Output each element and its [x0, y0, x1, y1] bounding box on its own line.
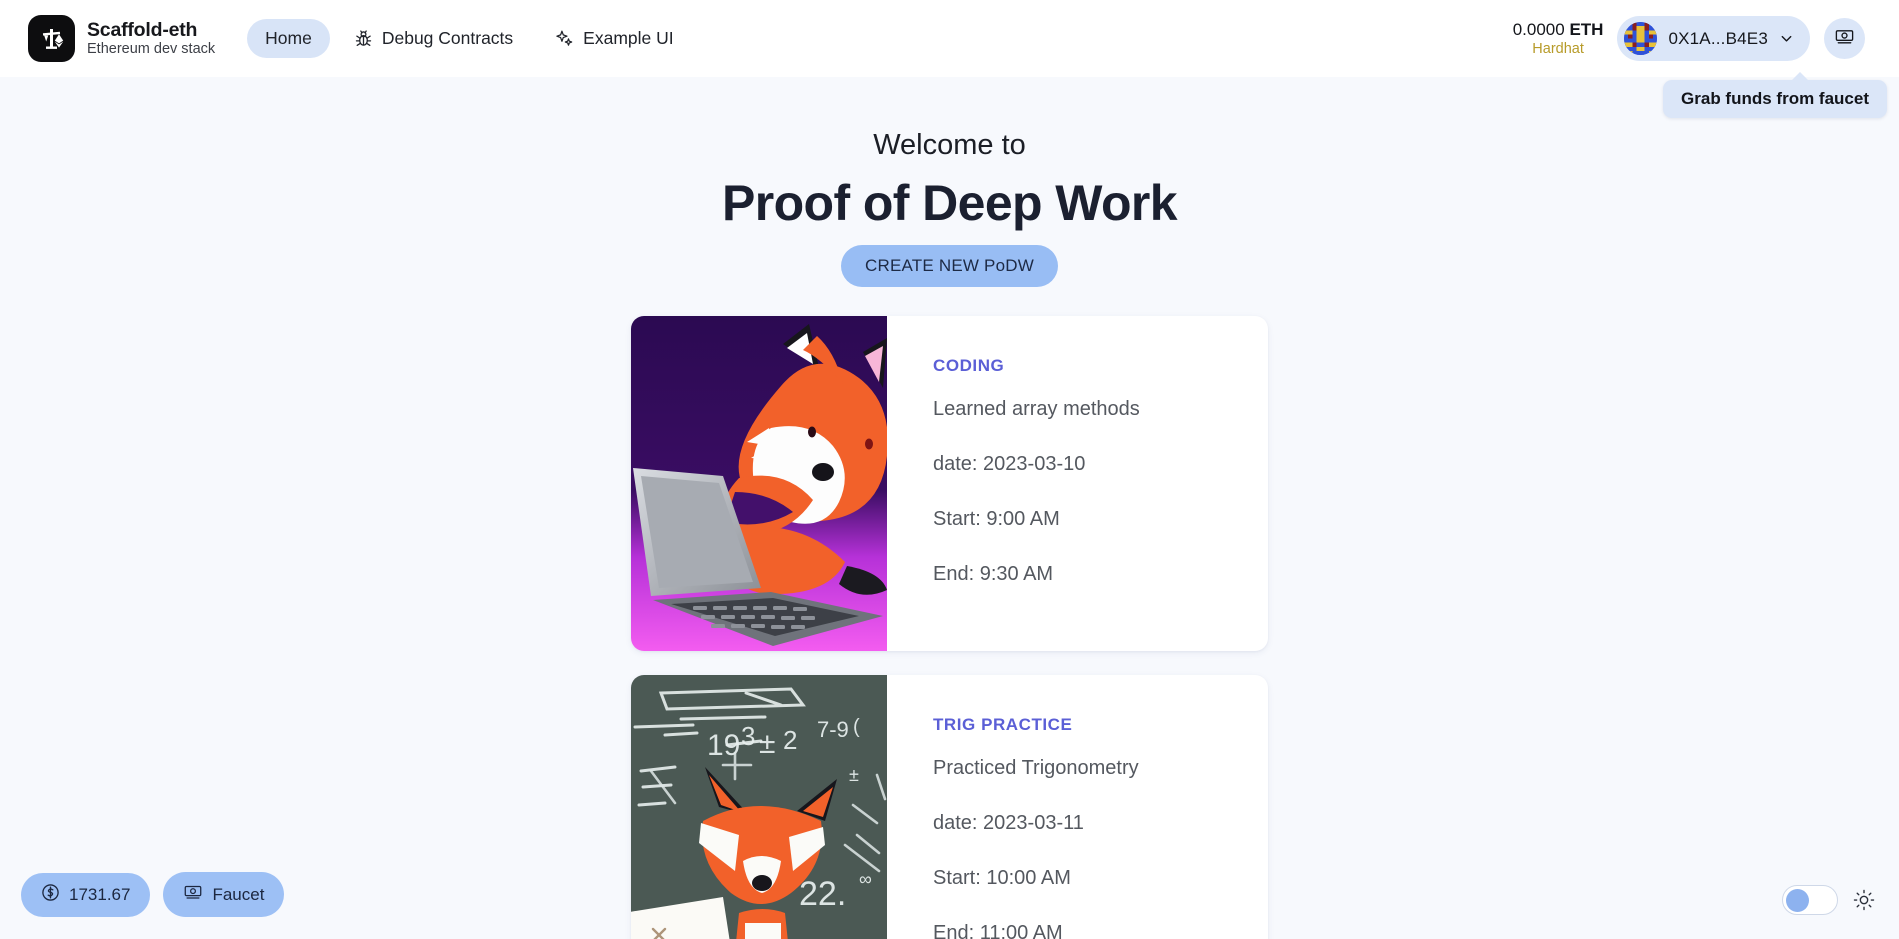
podw-date: date: 2023-03-11 [933, 812, 1084, 835]
svg-text:±: ± [849, 765, 859, 785]
app-header: Scaffold-eth Ethereum dev stack Home Deb… [0, 0, 1899, 118]
podw-start-time: Start: 10:00 AM [933, 867, 1071, 890]
brand[interactable]: Scaffold-eth Ethereum dev stack [28, 15, 215, 62]
page-title: Proof of Deep Work [722, 174, 1178, 231]
faucet-header-button[interactable]: Grab funds from faucet [1663, 18, 1887, 118]
faucet-footer-button[interactable]: Faucet [163, 872, 285, 917]
nav-item-example-ui[interactable]: Example UI [537, 19, 691, 58]
svg-text:3: 3 [741, 721, 755, 751]
main-content: Welcome to Proof of Deep Work CREATE NEW… [0, 77, 1899, 939]
podw-end-time: End: 11:00 AM [933, 922, 1063, 939]
footer-right-cluster [1782, 885, 1875, 915]
podw-card-body: TRIG PRACTICE Practiced Trigonometry dat… [887, 675, 1268, 939]
svg-text:2: 2 [783, 725, 797, 755]
hero-welcome-text: Welcome to [873, 129, 1026, 161]
svg-text:±: ± [759, 727, 775, 760]
svg-text:7-9: 7-9 [817, 717, 849, 742]
sparkles-icon [555, 29, 574, 48]
account-address: 0X1A...B4E3 [1668, 28, 1768, 48]
main-nav: Home Debug Contracts Example UI [247, 19, 691, 58]
nav-item-home[interactable]: Home [247, 19, 330, 58]
faucet-tooltip: Grab funds from faucet [1663, 72, 1887, 118]
fox-at-laptop-illustration [631, 316, 887, 652]
svg-text:22.: 22. [799, 875, 846, 913]
scaffold-eth-logo-icon [28, 15, 75, 62]
podw-card-list: CODING Learned array methods date: 2023-… [0, 316, 1899, 939]
balance-amount-row: 0.0000 ETH [1513, 19, 1604, 40]
dollar-circle-icon [41, 883, 60, 907]
header-right-cluster: 0.0000 ETH Hardhat 0X1A...B4E3 Grab fund… [1513, 16, 1887, 118]
podw-end-time: End: 9:30 AM [933, 563, 1054, 586]
podw-description: Learned array methods [933, 398, 1140, 421]
podw-start-time: Start: 9:00 AM [933, 508, 1060, 531]
podw-description: Practiced Trigonometry [933, 757, 1139, 780]
hero-section: Welcome to Proof of Deep Work CREATE NEW… [0, 77, 1899, 288]
brand-title: Scaffold-eth [87, 18, 198, 41]
bug-icon [354, 29, 373, 48]
nav-label-example-ui: Example UI [583, 28, 674, 48]
banknote-icon [1834, 26, 1855, 52]
chevron-down-icon [1779, 31, 1794, 46]
podw-card-body: CODING Learned array methods date: 2023-… [887, 316, 1268, 651]
balance-amount: 0.0000 [1512, 19, 1565, 39]
eth-price-button[interactable]: 1731.67 [21, 872, 151, 917]
toggle-knob [1786, 889, 1809, 912]
podw-card[interactable]: 19 3 ± 2 7-9 ( ± 22. ∞ TRIG PRACTICE Pra… [631, 675, 1268, 939]
theme-toggle-switch[interactable] [1782, 885, 1838, 915]
nav-item-debug-contracts[interactable]: Debug Contracts [336, 19, 531, 58]
footer-left-cluster: 1731.67 Faucet [21, 872, 285, 917]
account-dropdown[interactable]: 0X1A...B4E3 [1617, 16, 1810, 61]
faucet-footer-label: Faucet [212, 884, 265, 904]
wallet-balance[interactable]: 0.0000 ETH Hardhat [1513, 19, 1604, 58]
nav-label-home: Home [265, 28, 312, 48]
network-label: Hardhat [1532, 41, 1584, 58]
blockie-avatar [1624, 22, 1658, 55]
banknote-icon [183, 882, 203, 907]
brand-subtitle: Ethereum dev stack [87, 41, 216, 58]
podw-date: date: 2023-03-10 [933, 453, 1086, 476]
eth-price-label: 1731.67 [69, 884, 131, 904]
podw-card[interactable]: CODING Learned array methods date: 2023-… [631, 316, 1268, 652]
fox-at-chalkboard-illustration: 19 3 ± 2 7-9 ( ± 22. ∞ [631, 675, 887, 939]
sun-icon[interactable] [1853, 889, 1875, 911]
nav-label-debug-contracts: Debug Contracts [381, 28, 514, 48]
podw-category: TRIG PRACTICE [933, 715, 1073, 735]
svg-text:∞: ∞ [859, 869, 872, 889]
podw-category: CODING [933, 356, 1005, 376]
create-new-podw-button[interactable]: CREATE NEW PoDW [841, 245, 1058, 288]
balance-unit: ETH [1569, 19, 1604, 39]
svg-text:(: ( [853, 716, 860, 738]
